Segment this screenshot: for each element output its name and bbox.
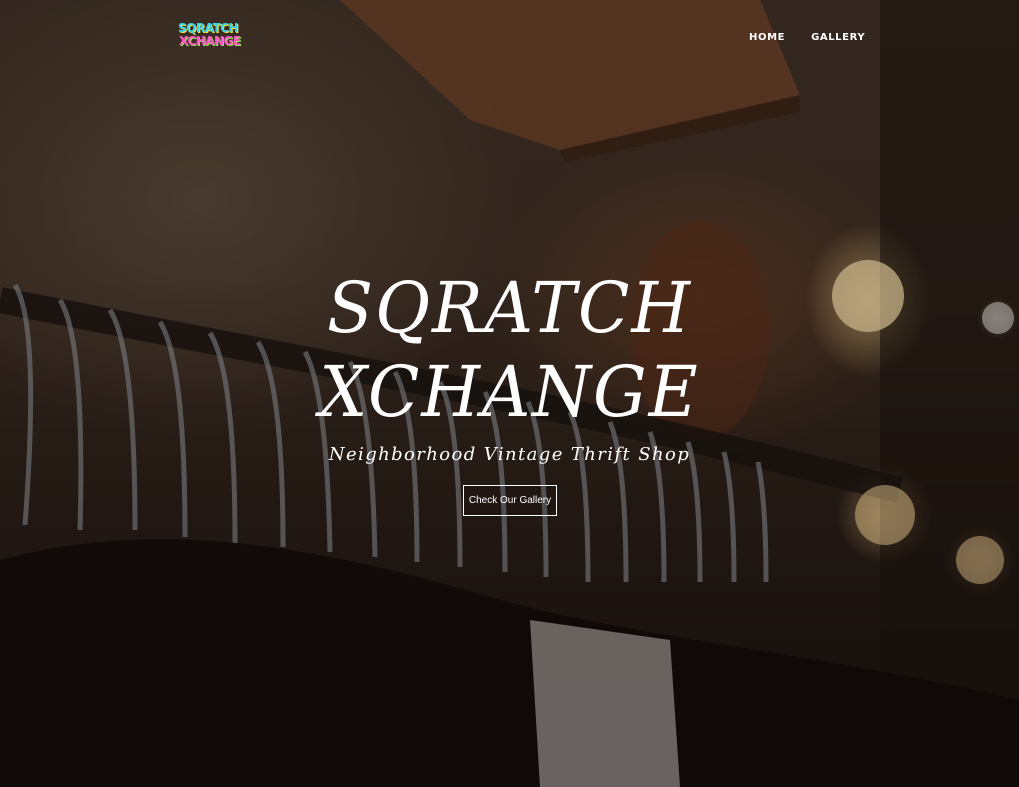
nav-home-link[interactable]: HOME bbox=[749, 32, 785, 43]
check-gallery-button[interactable]: Check Our Gallery bbox=[463, 485, 557, 516]
site-logo[interactable]: SQRATCH XCHANGE bbox=[178, 22, 241, 54]
hero-title-line2: XCHANGE bbox=[319, 351, 700, 433]
nav-gallery-link[interactable]: GALLERY bbox=[811, 32, 865, 43]
hero-tagline: Neighborhood Vintage Thrift Shop bbox=[328, 444, 691, 465]
main-nav: HOME GALLERY bbox=[749, 32, 865, 43]
logo-text-line2: XCHANGE bbox=[179, 34, 241, 48]
hero-title-line1: SQRATCH bbox=[327, 267, 692, 349]
